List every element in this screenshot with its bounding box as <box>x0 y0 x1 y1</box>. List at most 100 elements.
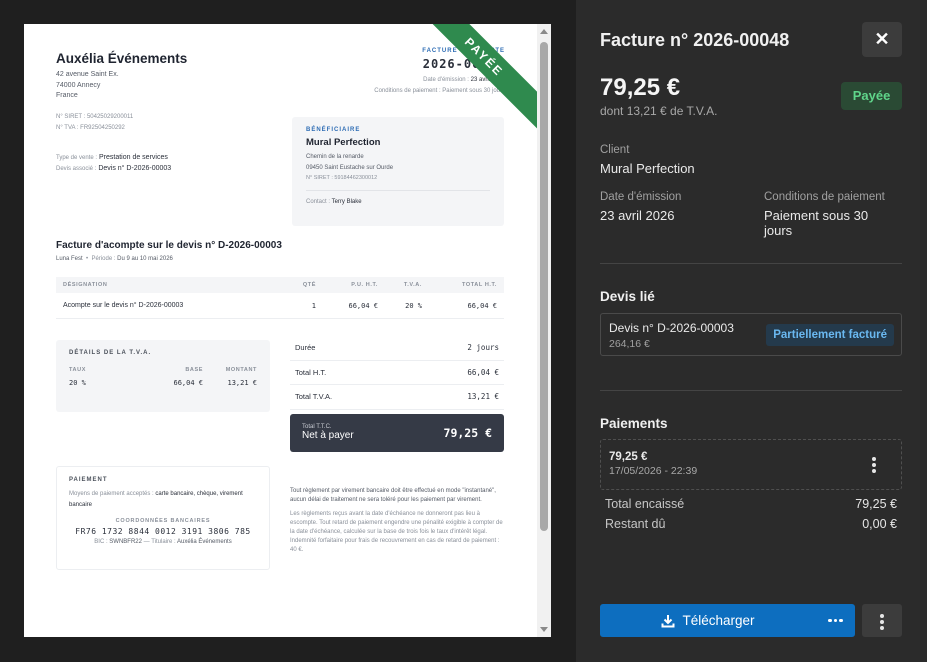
total-row-ht: Total H.T. 66,04 € <box>290 361 504 385</box>
vat-column-header: BASE <box>185 367 203 373</box>
issue-date-label: Date d'émission <box>600 191 682 203</box>
company-identifiers: N° SIRET : 50425029200011 N° TVA : FR925… <box>56 112 133 133</box>
payment-terms-value: Paiement sous 30 jours <box>442 87 505 94</box>
more-horizontal-icon[interactable] <box>816 604 855 637</box>
linked-quote-title: Devis lié <box>600 289 655 304</box>
quote-status-badge: Partiellement facturé <box>766 324 894 346</box>
total-label: Durée <box>295 343 316 353</box>
kebab-icon <box>880 614 884 632</box>
items-table: DÉSIGNATION QTÉ P.U. H.T. T.V.A. TOTAL H… <box>56 277 504 319</box>
company-address-line: 42 avenue Saint Ex. <box>56 71 119 78</box>
sale-type-value: Prestation de services <box>98 154 168 161</box>
total-label: Total T.V.A. <box>295 392 333 402</box>
sale-type-label: Type de vente : <box>56 155 98 161</box>
net-to-pay-label: Net à payer <box>302 430 354 441</box>
remaining-label: Restant dû <box>605 517 666 531</box>
vat-column-header: TAUX <box>69 367 86 373</box>
close-button[interactable]: ✕ <box>862 22 902 57</box>
status-badge: Payée <box>841 82 902 110</box>
beneficiary-box: BÉNÉFICIAIRE Mural Perfection Chemin de … <box>292 117 504 226</box>
iban: FR76 1732 8844 0012 3191 3806 785 <box>75 527 251 536</box>
period-value: Du 9 au 10 mai 2026 <box>117 256 173 262</box>
invoice-document-viewer[interactable]: Auxélia Événements 42 avenue Saint Ex. 7… <box>24 24 551 637</box>
payment-box: PAIEMENT Moyens de paiement acceptés : c… <box>56 466 270 570</box>
item-total: 66,04 € <box>467 301 497 310</box>
items-table-header: DÉSIGNATION QTÉ P.U. H.T. T.V.A. TOTAL H… <box>56 277 504 293</box>
kebab-icon[interactable] <box>872 457 876 475</box>
invoice-title: Facture d'acompte sur le devis n° D-2026… <box>56 240 282 251</box>
sale-info: Type de vente : Prestation de services D… <box>56 153 171 174</box>
close-icon: ✕ <box>874 29 890 49</box>
beneficiary-address-line: 09450 Saint Eustache sur Ourde <box>306 164 394 171</box>
download-split-button: Télécharger <box>600 604 855 637</box>
vat-details-label: DÉTAILS DE LA T.V.A. <box>69 350 152 356</box>
invoice-subtitle: Luna Fest • Période : Du 9 au 10 mai 202… <box>56 256 173 262</box>
scroll-up-icon[interactable] <box>540 29 548 34</box>
total-label: Total H.T. <box>295 367 327 377</box>
beneficiary-address-line: Chemin de la renarde <box>306 154 364 160</box>
holder-label: Titulaire : <box>151 539 176 545</box>
payment-card: 79,25 € 17/05/2026 - 22:39 <box>600 439 902 490</box>
payments-title: Paiements <box>600 416 668 431</box>
event-name: Luna Fest <box>56 256 83 262</box>
net-to-pay: Total T.T.C. Net à payer 79,25 € <box>290 413 504 452</box>
column-header: P.U. H.T. <box>351 282 378 288</box>
item-designation: Acompte sur le devis n° D-2026-00003 <box>63 302 184 309</box>
total-row-duration: Durée 2 jours <box>290 336 504 361</box>
table-row: Acompte sur le devis n° D-2026-00003 1 6… <box>56 293 504 319</box>
item-unit-price: 66,04 € <box>348 301 378 310</box>
download-button[interactable]: Télécharger <box>600 604 816 637</box>
column-header: QTÉ <box>302 282 316 288</box>
divider <box>600 390 902 391</box>
scroll-down-icon[interactable] <box>540 627 548 632</box>
bank-details-label: COORDONNÉES BANCAIRES <box>115 518 211 524</box>
legal-notes: Tout règlement par virement bancaire doi… <box>290 487 504 555</box>
column-header: TOTAL H.T. <box>461 282 497 288</box>
remaining-value: 0,00 € <box>862 517 897 531</box>
company-siret: N° SIRET : 50425029200011 <box>56 114 134 120</box>
payment-terms-label: Conditions de paiement <box>764 191 885 203</box>
beneficiary-label: BÉNÉFICIAIRE <box>306 127 361 133</box>
panel-title: Facture n° 2026-00048 <box>600 30 790 50</box>
beneficiary-siret: N° SIRET : 59184462300012 <box>306 175 378 181</box>
beneficiary-name: Mural Perfection <box>306 137 381 148</box>
period-label: Période : <box>91 256 116 262</box>
payment-date: 17/05/2026 - 22:39 <box>609 465 698 477</box>
invoice-amount: 79,25 € <box>600 74 681 101</box>
contact-label: Contact : <box>306 198 331 205</box>
vat-rate: 20 % <box>69 379 86 387</box>
total-collected-value: 79,25 € <box>855 497 897 511</box>
legal-note: Tout règlement par virement bancaire doi… <box>290 488 496 503</box>
company-address-line: France <box>56 92 78 99</box>
linked-quote-card[interactable]: Devis n° D-2026-00003 264,16 € Partielle… <box>600 313 902 356</box>
vat-base: 66,04 € <box>173 379 203 387</box>
total-row-tva: Total T.V.A. 13,21 € <box>290 385 504 410</box>
divider <box>600 263 902 264</box>
client-value: Mural Perfection <box>600 161 695 176</box>
preview-scrollbar[interactable] <box>537 24 551 637</box>
total-collected-label: Total encaissé <box>605 497 685 511</box>
scroll-thumb[interactable] <box>540 42 548 531</box>
item-vat-rate: 20 % <box>405 301 422 310</box>
payment-terms-value: Paiement sous 30 jours <box>764 208 869 238</box>
issue-date-label: Date d'émission : <box>423 77 469 83</box>
holder-value: Auxélia Événements <box>177 539 232 545</box>
vat-note: dont 13,21 € de T.V.A. <box>600 104 718 118</box>
issue-date-value: 23 avril 2026 <box>600 208 675 223</box>
bic-label: BIC : <box>94 539 108 545</box>
totals-block: Durée 2 jours Total H.T. 66,04 € Total T.V… <box>290 336 504 452</box>
invoice-details-panel: Facture n° 2026-00048 ✕ 79,25 € dont 13,… <box>576 0 927 662</box>
net-to-pay-amount: 79,25 € <box>443 425 492 440</box>
payment-amount: 79,25 € <box>609 451 648 463</box>
total-value: 66,04 € <box>467 367 499 377</box>
more-actions-button[interactable] <box>862 604 902 637</box>
vat-details-box: DÉTAILS DE LA T.V.A. TAUX BASE MONTANT 2… <box>56 340 270 412</box>
total-value: 13,21 € <box>467 392 499 402</box>
download-label: Télécharger <box>682 613 755 628</box>
download-icon <box>661 614 675 627</box>
company-address-line: 74000 Annecy <box>56 81 101 89</box>
contact-value: Terry Blake <box>331 198 362 205</box>
company-tva: N° TVA : FR92504250292 <box>56 124 125 131</box>
invoice-page: Auxélia Événements 42 avenue Saint Ex. 7… <box>24 24 551 637</box>
divider <box>306 189 490 191</box>
